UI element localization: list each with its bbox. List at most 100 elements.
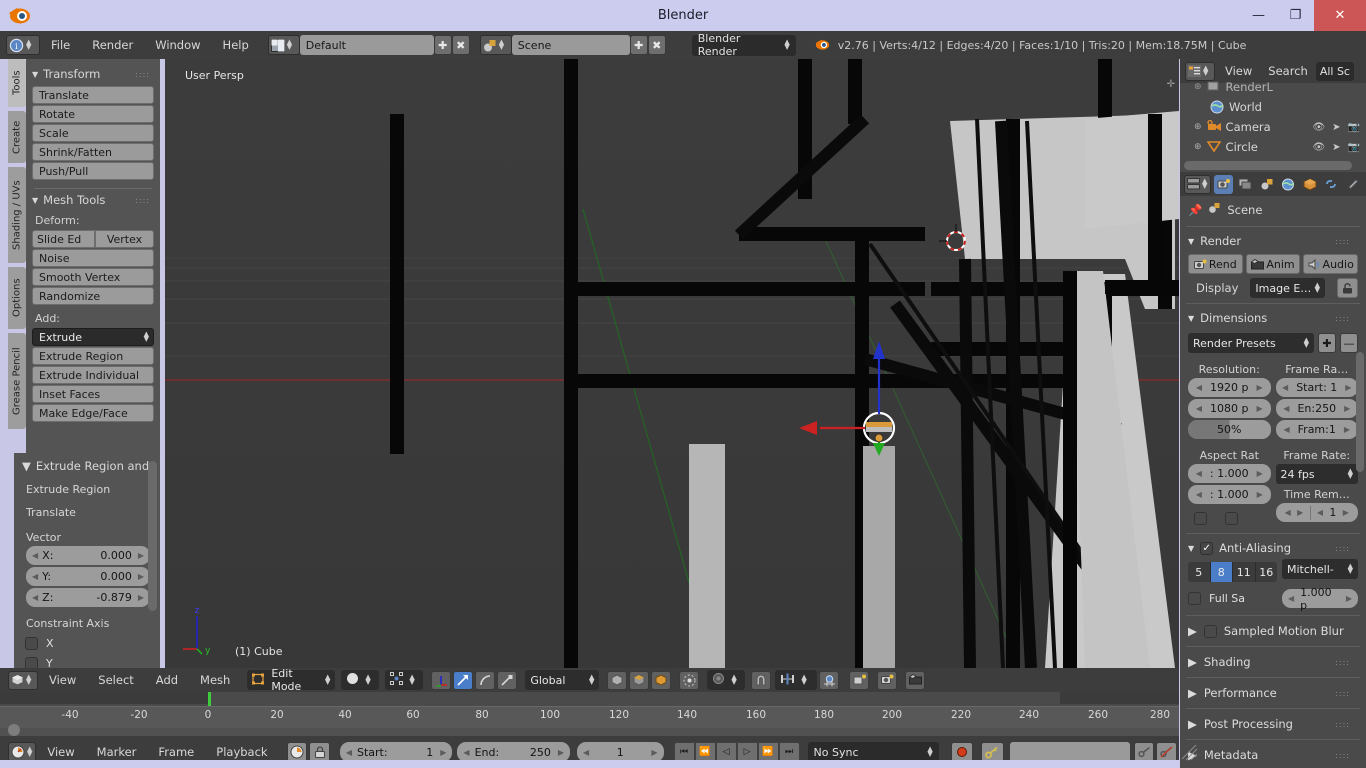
extrude-region-button[interactable]: Extrude Region — [32, 347, 154, 365]
add-preset-button[interactable]: ✚ — [1318, 333, 1336, 353]
sampled-motion-blur-section[interactable]: ▶ Sampled Motion Blur — [1180, 619, 1366, 643]
properties-corner-grip-icon[interactable] — [1181, 744, 1198, 764]
timeline-menu-view[interactable]: View — [36, 745, 85, 759]
expand-plus-icon[interactable]: ⊕ — [1194, 122, 1202, 132]
properties-scrollbar[interactable] — [1356, 352, 1364, 472]
randomize-button[interactable]: Randomize — [32, 287, 154, 305]
editor-type-selector-info[interactable]: i ▲ ▼ — [6, 35, 40, 55]
preview-range-icon[interactable] — [286, 742, 308, 762]
add-screen-button[interactable]: ✚ — [433, 35, 452, 55]
viewport-menu-view[interactable]: View — [38, 673, 87, 687]
constraint-axis-x-row[interactable]: X — [25, 637, 154, 650]
aa-sample-8[interactable]: 8 — [1210, 562, 1233, 582]
vector-z-field[interactable]: ◀ Z: -0.879 ▶ — [26, 588, 150, 607]
interaction-mode-select[interactable]: Edit Mode ▲ ▼ — [247, 667, 336, 693]
frame-end-field[interactable]: ◀ En:250 ▶ — [1275, 399, 1358, 418]
rotate-manipulator-icon[interactable] — [475, 670, 496, 690]
lock-icon[interactable] — [309, 742, 330, 762]
viewport-shading-select[interactable]: ▲ ▼ — [341, 670, 380, 690]
operator-panel-header[interactable]: ▼ Extrude Region and — [22, 459, 154, 473]
aa-sample-5[interactable]: 5 — [1188, 562, 1211, 582]
delete-scene-button[interactable]: ✖ — [647, 35, 666, 55]
push-pull-button[interactable]: Push/Pull — [32, 162, 154, 180]
mesh-tools-panel-header[interactable]: ▼ Mesh Tools :::: — [32, 193, 156, 207]
manipulator-toggle-icon[interactable] — [431, 670, 452, 690]
translate-button[interactable]: Translate — [32, 86, 154, 104]
outliner-horizontal-scrollbar[interactable] — [1184, 161, 1352, 170]
extrude-dropdown[interactable]: Extrude ▲ ▼ — [32, 328, 154, 346]
render-audio-button[interactable]: Audio — [1303, 254, 1359, 274]
dimensions-section-header[interactable]: ▼ Dimensions :::: — [1180, 307, 1366, 329]
screen-layout-selector[interactable]: ▲ ▼ — [267, 35, 300, 55]
tab-render-layers[interactable] — [1236, 175, 1255, 194]
render-image-button[interactable]: Rend — [1188, 254, 1243, 274]
show-hidden-icon[interactable] — [651, 670, 672, 690]
current-frame-input[interactable]: ◀ 1 ▶ — [577, 742, 664, 762]
jump-to-end-button[interactable]: ⏭ — [778, 742, 800, 762]
display-lock-icon[interactable] — [1337, 278, 1358, 298]
display-mode-select[interactable]: Image E… ▲ ▼ — [1250, 278, 1325, 298]
eye-icon[interactable]: 👁 — [1312, 142, 1325, 153]
expand-plus-icon[interactable]: ⊕ — [1194, 142, 1202, 152]
render-section-header[interactable]: ▼ Render :::: — [1180, 230, 1366, 252]
tab-constraints[interactable] — [1322, 175, 1341, 194]
sidebar-item-tools[interactable]: Tools — [8, 59, 26, 107]
menu-help[interactable]: Help — [212, 38, 260, 52]
timeline-menu-frame[interactable]: Frame — [147, 745, 205, 759]
editor-type-selector-view3d[interactable]: ▲ ▼ — [8, 670, 38, 690]
aspect-y-field[interactable]: ◀ : 1.000 ▶ — [1188, 485, 1271, 504]
limit-selection-icon[interactable] — [629, 670, 650, 690]
pivot-point-select[interactable]: ▲ ▼ — [385, 670, 424, 690]
make-edge-face-button[interactable]: Make Edge/Face — [32, 404, 154, 422]
sidebar-item-grease-pencil[interactable]: Grease Pencil — [8, 333, 26, 429]
jump-to-start-button[interactable]: ⏮ — [673, 742, 695, 762]
list-item[interactable]: ⊕ Camera 👁 ➤ 📷 — [1194, 117, 1366, 137]
proportional-falloff-select[interactable]: ▲ ▼ — [707, 670, 746, 690]
outliner-menu-view[interactable]: View — [1217, 64, 1260, 78]
slide-edge-button[interactable]: Slide Ed — [32, 230, 95, 248]
timeline-menu-playback[interactable]: Playback — [205, 745, 278, 759]
editor-type-selector-properties[interactable]: ▲ ▼ — [1184, 174, 1212, 194]
vector-x-field[interactable]: ◀ X: 0.000 ▶ — [26, 546, 150, 565]
cursor-arrow-icon[interactable]: ➤ — [1332, 142, 1340, 153]
resolution-percent-field[interactable]: 50% — [1188, 420, 1271, 439]
tab-render[interactable] — [1214, 174, 1233, 194]
anti-aliasing-checkbox[interactable]: ✓ — [1200, 541, 1214, 555]
frame-step-field[interactable]: ◀ Fram:1 ▶ — [1275, 420, 1358, 439]
viewport-menu-mesh[interactable]: Mesh — [189, 673, 241, 687]
smooth-vertex-button[interactable]: Smooth Vertex — [32, 268, 154, 286]
anti-aliasing-section-header[interactable]: ▼ ✓ Anti-Aliasing :::: — [1180, 537, 1366, 559]
snap-magnet-icon[interactable] — [751, 670, 772, 690]
checkbox-x-icon[interactable] — [25, 637, 38, 650]
list-item[interactable]: ⊕ Circle 👁 ➤ 📷 — [1194, 137, 1366, 157]
row-restrict-toggles[interactable]: 👁 ➤ 📷 — [1312, 122, 1366, 133]
add-scene-button[interactable]: ✚ — [629, 35, 648, 55]
aa-filter-select[interactable]: Mitchell- ▲ ▼ — [1282, 559, 1358, 579]
extrude-individual-button[interactable]: Extrude Individual — [32, 366, 154, 384]
filter-size-field[interactable]: ◀ 1.000 p ▶ — [1282, 586, 1358, 612]
aspect-x-field[interactable]: ◀ : 1.000 ▶ — [1188, 464, 1271, 483]
viewport-menu-add[interactable]: Add — [145, 673, 189, 687]
delete-screen-button[interactable]: ✖ — [451, 35, 470, 55]
eye-icon[interactable]: 👁 — [1312, 122, 1325, 133]
sidebar-item-create[interactable]: Create — [8, 111, 26, 163]
play-reverse-button[interactable]: ◁ — [715, 742, 737, 762]
aa-sample-16[interactable]: 16 — [1255, 562, 1277, 582]
render-animation-button[interactable]: Anim — [1245, 254, 1301, 274]
outliner-menu-search[interactable]: Search — [1262, 64, 1314, 78]
snap-increment-icon[interactable] — [819, 670, 840, 690]
scene-name[interactable]: Scene — [511, 35, 630, 55]
tab-modifiers[interactable] — [1344, 175, 1363, 194]
aa-sample-11[interactable]: 11 — [1233, 562, 1256, 582]
list-item[interactable]: World — [1194, 97, 1366, 117]
vertex-slide-button[interactable]: Vertex — [95, 230, 154, 248]
operator-panel-scrollbar[interactable] — [148, 461, 157, 611]
screen-layout-name[interactable]: Default — [299, 35, 434, 55]
metadata-section[interactable]: ▶ Metadata :::: — [1180, 743, 1366, 767]
editor-type-selector-timeline[interactable]: ▲ ▼ — [8, 742, 37, 762]
camera-render-icon[interactable]: 📷 — [1348, 122, 1360, 133]
expand-plus-icon[interactable]: ⊕ — [1194, 82, 1202, 92]
camera-render-icon[interactable]: 📷 — [1348, 142, 1360, 153]
next-keyframe-button[interactable]: ⏩ — [757, 742, 779, 762]
framerate-select[interactable]: 24 fps ▲ ▼ — [1275, 464, 1358, 484]
